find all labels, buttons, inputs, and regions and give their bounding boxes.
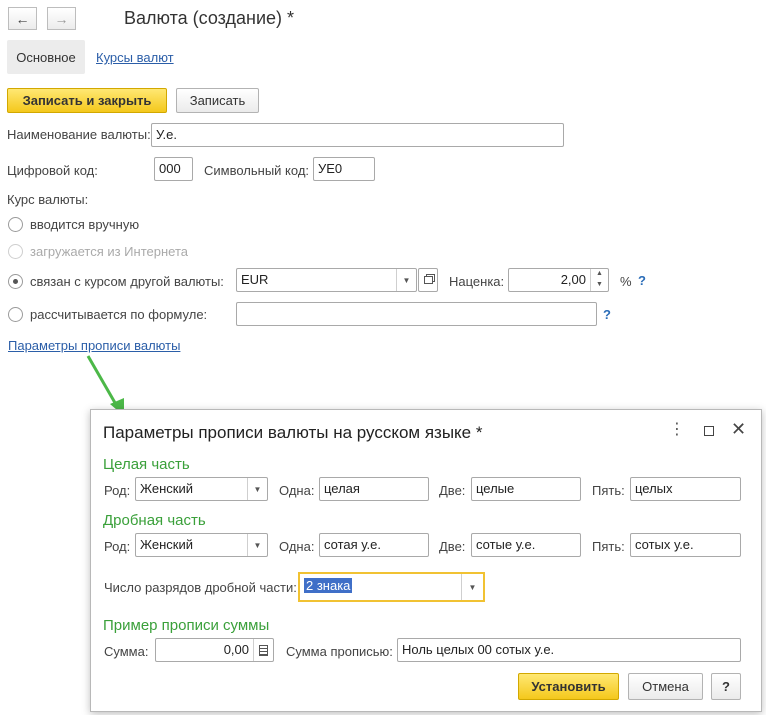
fraction-one-label: Одна: xyxy=(279,539,315,554)
spinner-icon[interactable]: ▲ ▼ xyxy=(590,269,608,291)
currency-name-label: Наименование валюты: xyxy=(7,127,151,142)
whole-two-field[interactable]: целые xyxy=(471,477,581,501)
digits-label: Число разрядов дробной части: xyxy=(104,580,297,595)
digital-code-label: Цифровой код: xyxy=(7,163,98,178)
whole-gender-label: Род: xyxy=(104,483,131,498)
markup-field[interactable]: 2,00 ▲ ▼ xyxy=(508,268,609,292)
fraction-gender-value: Женский xyxy=(140,537,193,552)
markup-help-icon[interactable]: ? xyxy=(638,273,646,288)
symbol-code-label: Символьный код: xyxy=(204,163,310,178)
more-icon[interactable]: ⋮ xyxy=(669,422,685,438)
fraction-five-label: Пять: xyxy=(592,539,625,554)
whole-two-label: Две: xyxy=(439,483,466,498)
open-window-icon xyxy=(423,276,433,284)
fraction-two-field[interactable]: сотые у.е. xyxy=(471,533,581,557)
formula-field[interactable] xyxy=(236,302,597,326)
radio-linked-label[interactable]: связан с курсом другой валюты: xyxy=(30,274,224,290)
save-and-close-button[interactable]: Записать и закрыть xyxy=(7,88,167,113)
fraction-five-field[interactable]: сотых у.е. xyxy=(630,533,741,557)
close-icon[interactable]: ✕ xyxy=(731,419,746,440)
sum-words-field[interactable]: Ноль целых 00 сотых у.е. xyxy=(397,638,741,662)
sum-field[interactable]: 0,00 xyxy=(155,638,274,662)
whole-one-field[interactable]: целая xyxy=(319,477,429,501)
chevron-down-icon[interactable]: ▼ xyxy=(247,478,267,500)
back-button[interactable]: ← xyxy=(8,7,37,30)
currency-params-link[interactable]: Параметры прописи валюты xyxy=(8,338,180,353)
radio-selected-dot xyxy=(13,279,18,284)
cancel-button[interactable]: Отмена xyxy=(628,673,703,700)
digital-code-field[interactable]: 000 xyxy=(154,157,193,181)
fraction-one-field[interactable]: сотая у.е. xyxy=(319,533,429,557)
linked-currency-value: EUR xyxy=(241,272,269,287)
digits-value: 2 знака xyxy=(304,578,353,593)
open-currency-button[interactable] xyxy=(418,268,438,292)
sum-words-label: Сумма прописью: xyxy=(286,644,393,659)
dialog-title: Параметры прописи валюты на русском язык… xyxy=(103,423,483,442)
radio-internet-label: загружается из Интернета xyxy=(30,244,188,259)
arrow-left-icon: ← xyxy=(15,10,30,27)
fraction-part-heading: Дробная часть xyxy=(103,512,206,529)
radio-manual-label[interactable]: вводится вручную xyxy=(30,217,139,233)
tab-main[interactable]: Основное xyxy=(7,40,85,74)
whole-one-label: Одна: xyxy=(279,483,315,498)
chevron-down-icon[interactable]: ▼ xyxy=(247,534,267,556)
radio-linked[interactable] xyxy=(8,274,23,289)
symbol-code-field[interactable]: УЕ0 xyxy=(313,157,375,181)
calculator-icon[interactable] xyxy=(253,639,273,661)
sum-label: Сумма: xyxy=(104,644,149,659)
tab-currency-rates[interactable]: Курсы валют xyxy=(96,50,174,65)
radio-internet xyxy=(8,244,23,259)
percent-sign: % xyxy=(620,274,632,289)
example-heading: Пример прописи суммы xyxy=(103,617,270,634)
whole-gender-value: Женский xyxy=(140,481,193,496)
formula-help-icon[interactable]: ? xyxy=(603,307,611,322)
markup-value: 2,00 xyxy=(560,272,586,287)
whole-five-label: Пять: xyxy=(592,483,625,498)
window-title: Валюта (создание) * xyxy=(124,8,295,28)
fraction-two-label: Две: xyxy=(439,539,466,554)
forward-button[interactable]: → xyxy=(47,7,76,30)
save-button[interactable]: Записать xyxy=(176,88,259,113)
radio-formula[interactable] xyxy=(8,307,23,322)
whole-gender-select[interactable]: Женский ▼ xyxy=(135,477,268,501)
currency-name-field[interactable]: У.е. xyxy=(151,123,564,147)
linked-currency-select[interactable]: EUR ▼ xyxy=(236,268,417,292)
digits-select[interactable]: 2 знака ▼ xyxy=(298,572,485,602)
rate-label: Курс валюты: xyxy=(7,192,89,207)
maximize-icon[interactable] xyxy=(704,426,714,436)
sum-value: 0,00 xyxy=(223,642,249,657)
chevron-down-icon[interactable]: ▼ xyxy=(396,269,416,291)
help-button[interactable]: ? xyxy=(711,673,741,700)
whole-five-field[interactable]: целых xyxy=(630,477,741,501)
radio-formula-label[interactable]: рассчитывается по формуле: xyxy=(30,307,207,323)
arrow-right-icon: → xyxy=(54,10,69,27)
install-button[interactable]: Установить xyxy=(518,673,619,700)
whole-part-heading: Целая часть xyxy=(103,456,190,473)
currency-spelling-dialog: Параметры прописи валюты на русском язык… xyxy=(90,409,762,712)
fraction-gender-label: Род: xyxy=(104,539,131,554)
chevron-down-icon[interactable]: ▼ xyxy=(461,574,483,600)
radio-manual[interactable] xyxy=(8,217,23,232)
fraction-gender-select[interactable]: Женский ▼ xyxy=(135,533,268,557)
markup-label: Наценка: xyxy=(449,274,505,289)
